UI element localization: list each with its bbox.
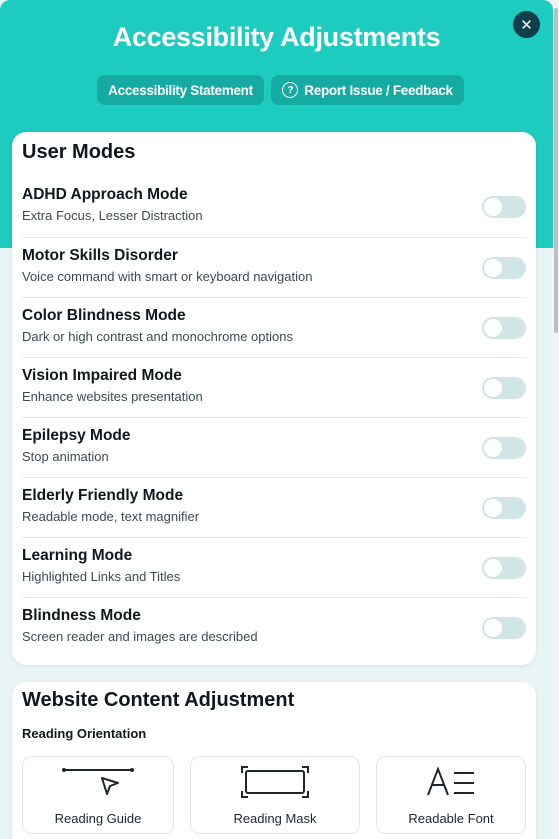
- mode-name: Epilepsy Mode: [22, 427, 131, 444]
- elderly-friendly-toggle[interactable]: [482, 497, 526, 519]
- mode-description: Readable mode, text magnifier: [22, 509, 200, 524]
- toggle-knob: [484, 619, 502, 637]
- mode-row-motor-skills[interactable]: Motor Skills Disorder Voice command with…: [22, 237, 526, 297]
- accessibility-statement-label: Accessibility Statement: [108, 82, 253, 98]
- toggle-knob: [484, 319, 502, 337]
- mode-row-color-blindness[interactable]: Color Blindness Mode Dark or high contra…: [22, 297, 526, 357]
- mode-row-elderly-friendly[interactable]: Elderly Friendly Mode Readable mode, tex…: [22, 477, 526, 537]
- toggle-knob: [484, 439, 502, 457]
- motor-skills-toggle[interactable]: [482, 257, 526, 279]
- reading-mask-tile[interactable]: Reading Mask: [190, 756, 360, 834]
- mode-name: Color Blindness Mode: [22, 307, 186, 324]
- mode-description: Stop animation: [22, 449, 109, 464]
- learning-mode-toggle[interactable]: [482, 557, 526, 579]
- mode-name: Motor Skills Disorder: [22, 247, 178, 264]
- mode-description: Highlighted Links and Titles: [22, 569, 181, 584]
- reading-orientation-heading: Reading Orientation: [22, 726, 147, 741]
- mode-row-adhd[interactable]: ADHD Approach Mode Extra Focus, Lesser D…: [22, 177, 526, 237]
- mode-row-epilepsy[interactable]: Epilepsy Mode Stop animation: [22, 417, 526, 477]
- readable-font-icon: [427, 766, 474, 796]
- mode-description: Voice command with smart or keyboard nav…: [22, 269, 313, 284]
- user-modes-card: User Modes ADHD Approach Mode Extra Focu…: [12, 132, 536, 665]
- color-blindness-toggle[interactable]: [482, 317, 526, 339]
- mode-name: Vision Impaired Mode: [22, 367, 182, 384]
- mode-row-learning[interactable]: Learning Mode Highlighted Links and Titl…: [22, 537, 526, 597]
- scrollbar-thumb[interactable]: [554, 8, 558, 333]
- mode-description: Dark or high contrast and monochrome opt…: [22, 329, 293, 344]
- vision-impaired-toggle[interactable]: [482, 377, 526, 399]
- tile-label: Reading Guide: [54, 811, 142, 826]
- reading-guide-icon: [62, 768, 134, 795]
- mode-name: ADHD Approach Mode: [22, 186, 188, 203]
- readable-font-tile[interactable]: Readable Font: [376, 756, 526, 834]
- mode-row-blindness[interactable]: Blindness Mode Screen reader and images …: [22, 597, 526, 657]
- tile-label: Readable Font: [408, 811, 494, 826]
- epilepsy-toggle[interactable]: [482, 437, 526, 459]
- mode-name: Blindness Mode: [22, 607, 141, 624]
- adhd-mode-toggle[interactable]: [482, 196, 526, 218]
- reading-mask-icon: [241, 766, 309, 798]
- content-adjustment-card: Website Content Adjustment Reading Orien…: [12, 682, 536, 839]
- report-issue-label: Report Issue / Feedback: [304, 82, 453, 98]
- mode-name: Learning Mode: [22, 547, 133, 564]
- toggle-knob: [484, 379, 502, 397]
- close-button[interactable]: ✕: [513, 11, 540, 38]
- user-modes-heading: User Modes: [22, 141, 136, 163]
- panel-title: Accessibility Adjustments: [112, 22, 441, 52]
- reading-guide-tile[interactable]: Reading Guide: [22, 756, 174, 834]
- accessibility-panel: Accessibility Adjustments ✕ Accessibilit…: [0, 0, 553, 839]
- accessibility-statement-button[interactable]: Accessibility Statement: [97, 75, 264, 105]
- content-adjustment-heading: Website Content Adjustment: [22, 689, 295, 711]
- mode-description: Enhance websites presentation: [22, 389, 203, 404]
- tile-label: Reading Mask: [233, 811, 317, 826]
- question-circle-icon: ?: [282, 82, 299, 98]
- close-icon: ✕: [520, 16, 533, 34]
- report-issue-button[interactable]: ? Report Issue / Feedback: [271, 75, 464, 105]
- mode-description: Extra Focus, Lesser Distraction: [22, 208, 203, 223]
- toggle-knob: [484, 198, 502, 216]
- toggle-knob: [484, 559, 502, 577]
- mode-row-vision-impaired[interactable]: Vision Impaired Mode Enhance websites pr…: [22, 357, 526, 417]
- toggle-knob: [484, 259, 502, 277]
- toggle-knob: [484, 499, 502, 517]
- scrollbar[interactable]: [553, 0, 559, 839]
- mode-description: Screen reader and images are described: [22, 629, 258, 644]
- blindness-mode-toggle[interactable]: [482, 617, 526, 639]
- mode-name: Elderly Friendly Mode: [22, 487, 184, 504]
